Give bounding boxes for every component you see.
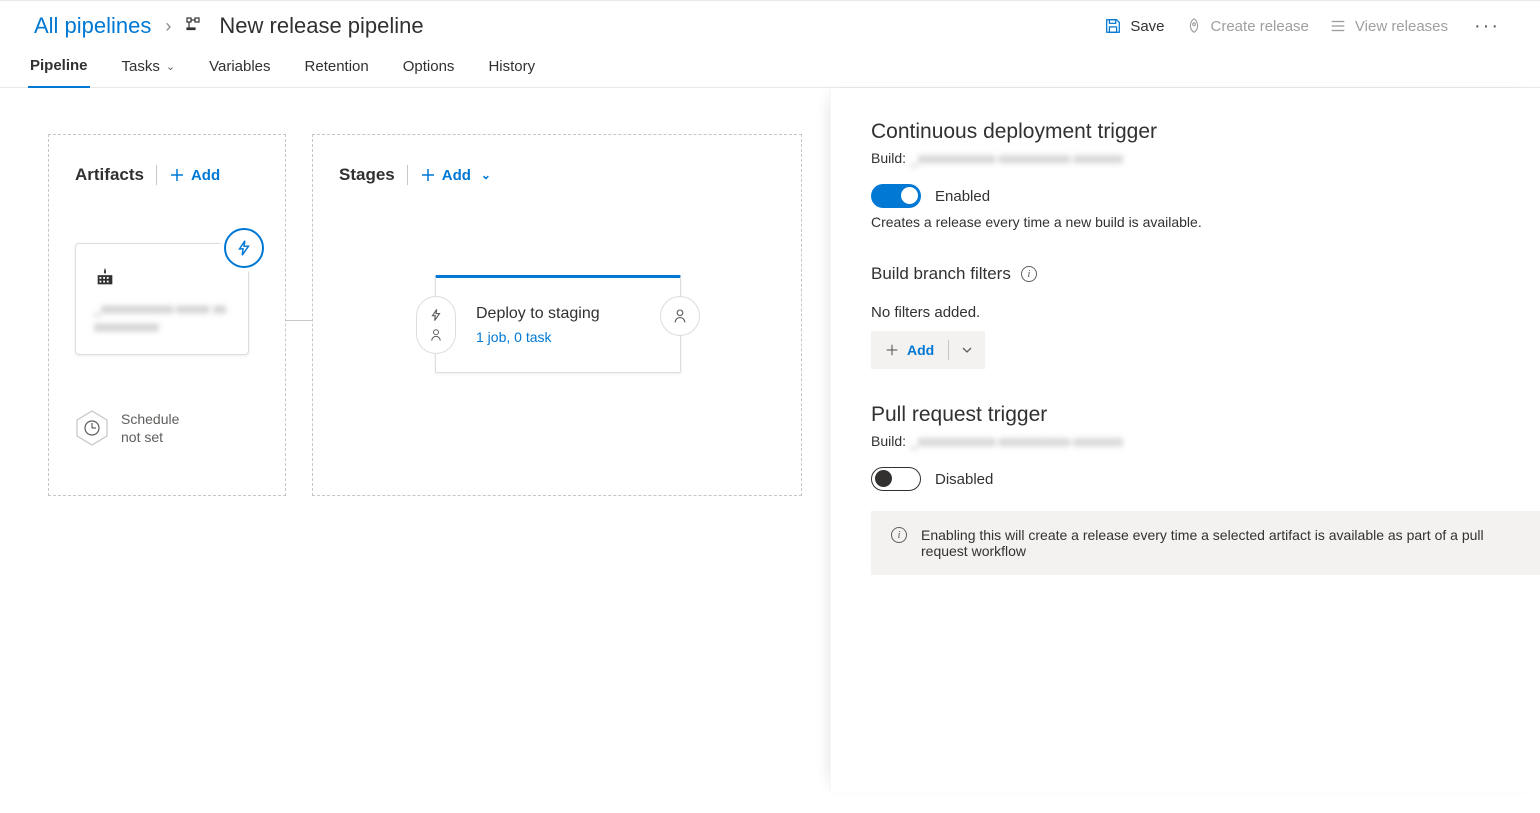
action-bar: Save Create release View releases ··· xyxy=(1104,15,1506,38)
save-button[interactable]: Save xyxy=(1104,17,1164,35)
header-bar: All pipelines › New release pipeline Sav… xyxy=(0,1,1540,47)
save-label: Save xyxy=(1130,18,1164,35)
schedule-label: Schedule not set xyxy=(121,410,179,446)
add-stage-button[interactable]: Add ⌄ xyxy=(420,167,491,184)
build-artifact-icon xyxy=(94,266,230,288)
post-deployment-conditions-button[interactable] xyxy=(660,296,700,336)
pipeline-icon xyxy=(185,16,205,36)
chevron-down-icon: ⌄ xyxy=(166,60,175,73)
pr-trigger-title: Pull request trigger xyxy=(871,403,1540,427)
more-menu-button[interactable]: ··· xyxy=(1468,15,1506,38)
add-filter-dropdown[interactable] xyxy=(949,344,985,356)
tab-retention[interactable]: Retention xyxy=(303,47,371,87)
chevron-down-icon: ⌄ xyxy=(481,168,491,182)
cd-trigger-button[interactable] xyxy=(224,228,264,268)
chevron-right-icon: › xyxy=(165,16,171,37)
pre-deployment-conditions-button[interactable] xyxy=(416,296,456,354)
stage-tasks-link[interactable]: 1 job, 0 task xyxy=(476,329,600,345)
artifact-card[interactable]: _xxxxxxxxxxx-xxxxx xxxxxxxxxxxx xyxy=(75,243,249,355)
stage-card[interactable]: Deploy to staging 1 job, 0 task xyxy=(435,275,681,373)
add-filter-button[interactable]: Add xyxy=(871,342,948,358)
divider xyxy=(156,165,157,185)
pr-disabled-label: Disabled xyxy=(935,471,993,488)
stages-box: Stages Add ⌄ Deploy to staging 1 job, 0 … xyxy=(312,134,802,496)
tab-options[interactable]: Options xyxy=(401,47,457,87)
stages-title: Stages xyxy=(339,165,395,185)
stage-name: Deploy to staging xyxy=(476,305,600,323)
body: Artifacts Add xyxy=(0,88,1540,792)
pr-notice-text: Enabling this will create a release ever… xyxy=(921,527,1520,559)
tab-variables[interactable]: Variables xyxy=(207,47,272,87)
add-filter-split-button[interactable]: Add xyxy=(871,331,985,369)
create-release-button: Create release xyxy=(1185,17,1309,35)
tab-pipeline[interactable]: Pipeline xyxy=(28,47,90,88)
cd-trigger-title: Continuous deployment trigger xyxy=(871,120,1540,144)
pr-build-source: Build: _xxxxxxxxxxx-xxxxxxxxxx-xxxxxxx xyxy=(871,433,1540,449)
create-release-label: Create release xyxy=(1211,18,1309,35)
add-filter-label: Add xyxy=(907,342,934,358)
cd-build-source: Build: _xxxxxxxxxxx-xxxxxxxxxx-xxxxxxx xyxy=(871,150,1540,166)
divider xyxy=(407,165,408,185)
tab-history[interactable]: History xyxy=(486,47,537,87)
add-stage-label: Add xyxy=(442,167,471,184)
schedule-row[interactable]: Schedule not set xyxy=(75,409,261,447)
no-filters-text: No filters added. xyxy=(871,304,1540,321)
branch-filters-heading: Build branch filters i xyxy=(871,264,1540,284)
view-releases-button: View releases xyxy=(1329,17,1448,35)
page-title: New release pipeline xyxy=(219,13,423,39)
all-pipelines-link[interactable]: All pipelines xyxy=(34,13,151,39)
trigger-panel: Continuous deployment trigger Build: _xx… xyxy=(830,88,1540,792)
add-artifact-button[interactable]: Add xyxy=(169,167,220,184)
view-releases-label: View releases xyxy=(1355,18,1448,35)
info-icon[interactable]: i xyxy=(1021,266,1037,282)
breadcrumb: All pipelines › New release pipeline xyxy=(34,13,424,39)
info-icon: i xyxy=(891,527,907,543)
cd-enabled-description: Creates a release every time a new build… xyxy=(871,214,1540,230)
tab-tasks-label: Tasks xyxy=(122,58,160,75)
schedule-icon xyxy=(75,409,109,447)
add-artifact-label: Add xyxy=(191,167,220,184)
cd-enabled-label: Enabled xyxy=(935,188,990,205)
pipeline-canvas: Artifacts Add xyxy=(0,88,830,792)
pr-notice: i Enabling this will create a release ev… xyxy=(871,511,1540,575)
artifacts-box: Artifacts Add xyxy=(48,134,286,496)
artifact-source-name: _xxxxxxxxxxx-xxxxx xxxxxxxxxxxx xyxy=(94,300,230,336)
pr-enabled-toggle[interactable] xyxy=(871,467,921,491)
artifacts-title: Artifacts xyxy=(75,165,144,185)
cd-enabled-toggle[interactable] xyxy=(871,184,921,208)
tabs: Pipeline Tasks ⌄ Variables Retention Opt… xyxy=(0,47,1540,88)
tab-tasks[interactable]: Tasks ⌄ xyxy=(120,47,178,87)
